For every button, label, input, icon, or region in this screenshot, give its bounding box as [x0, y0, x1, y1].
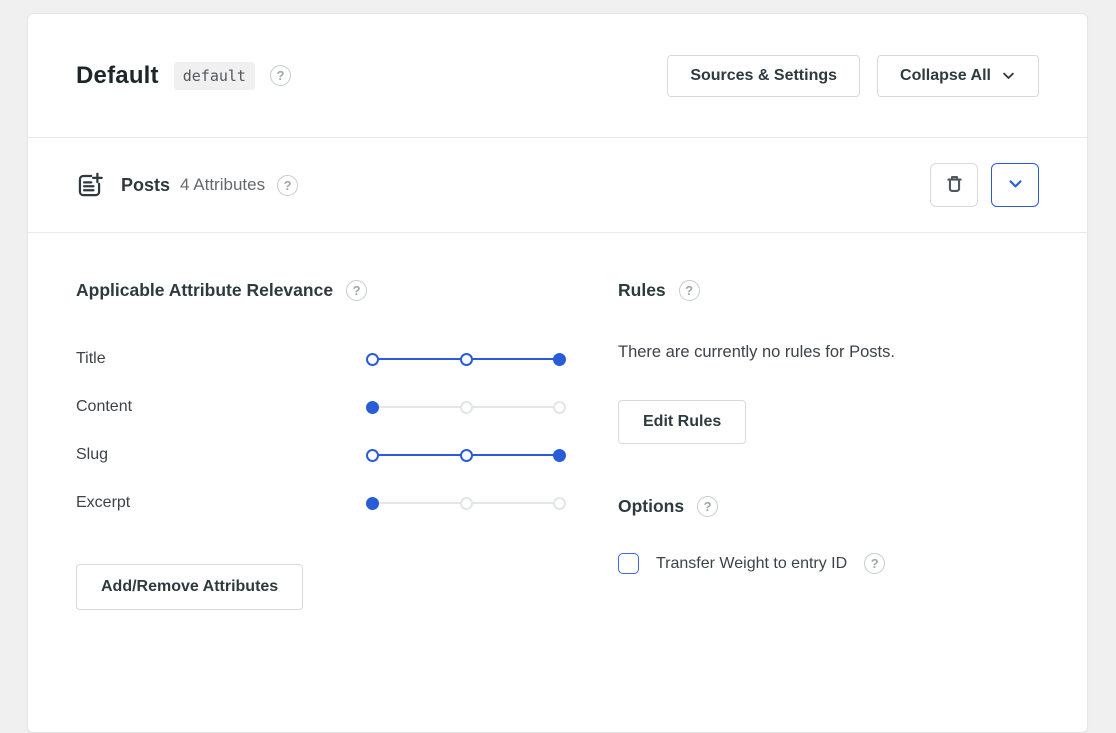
attribute-label: Slug [76, 446, 368, 464]
slider-handle[interactable] [366, 401, 379, 414]
trash-icon [944, 173, 965, 197]
help-icon[interactable] [864, 553, 885, 574]
source-row-posts: Posts 4 Attributes [28, 138, 1087, 233]
slider-handle[interactable] [553, 449, 566, 462]
add-remove-attributes-label: Add/Remove Attributes [101, 578, 278, 596]
help-icon[interactable] [346, 280, 367, 301]
attribute-label: Title [76, 350, 368, 368]
source-body: Applicable Attribute Relevance Title Cont… [28, 233, 1087, 670]
help-icon[interactable] [679, 280, 700, 301]
help-icon[interactable] [270, 65, 291, 86]
options-heading: Options [618, 496, 684, 517]
help-icon[interactable] [277, 175, 298, 196]
source-info: Posts 4 Attributes [76, 172, 298, 199]
slider-handle[interactable] [553, 353, 566, 366]
slider-handle[interactable] [366, 497, 379, 510]
slider-stop [460, 497, 473, 510]
chevron-down-icon [1007, 175, 1024, 195]
collapse-all-button[interactable]: Collapse All [877, 55, 1039, 97]
attributes-heading-row: Applicable Attribute Relevance [76, 280, 564, 301]
slider-stop [553, 497, 566, 510]
attribute-label: Content [76, 398, 368, 416]
slider-stop [460, 353, 473, 366]
attributes-column: Applicable Attribute Relevance Title Cont… [76, 280, 564, 610]
source-attributes-count: 4 Attributes [180, 175, 265, 195]
transfer-weight-checkbox[interactable] [618, 553, 639, 574]
attribute-row-slug: Slug [76, 431, 564, 479]
sources-settings-button[interactable]: Sources & Settings [667, 55, 860, 97]
rules-heading: Rules [618, 280, 666, 301]
slider-stop [460, 401, 473, 414]
attribute-row-excerpt: Excerpt [76, 479, 564, 527]
attributes-heading: Applicable Attribute Relevance [76, 280, 333, 301]
source-actions [930, 163, 1039, 207]
relevance-slider[interactable] [368, 400, 564, 414]
relevance-slider[interactable] [368, 352, 564, 366]
attribute-sliders: Title Content Slug Excerpt [76, 335, 564, 527]
transfer-weight-label: Transfer Weight to entry ID [656, 555, 847, 573]
engine-header: Default default Sources & Settings Colla… [28, 14, 1087, 138]
add-remove-attributes-button[interactable]: Add/Remove Attributes [76, 564, 303, 610]
rules-heading-row: Rules [618, 280, 1039, 301]
slider-stop [553, 401, 566, 414]
slider-stop [460, 449, 473, 462]
post-add-icon [76, 172, 103, 199]
options-heading-row: Options [618, 496, 1039, 517]
relevance-slider[interactable] [368, 448, 564, 462]
engine-slug-badge: default [174, 62, 255, 90]
collapse-all-label: Collapse All [900, 67, 991, 85]
edit-rules-button[interactable]: Edit Rules [618, 400, 746, 444]
engine-title: Default [76, 62, 159, 90]
rules-empty-text: There are currently no rules for Posts. [618, 343, 1039, 362]
attribute-row-title: Title [76, 335, 564, 383]
source-name: Posts [121, 175, 170, 196]
delete-source-button[interactable] [930, 163, 978, 207]
slider-stop [366, 353, 379, 366]
transfer-weight-option: Transfer Weight to entry ID [618, 553, 1039, 574]
slider-stop [366, 449, 379, 462]
engine-card: Default default Sources & Settings Colla… [27, 13, 1088, 733]
chevron-down-icon [1001, 68, 1016, 83]
attribute-row-content: Content [76, 383, 564, 431]
relevance-slider[interactable] [368, 496, 564, 510]
help-icon[interactable] [697, 496, 718, 517]
engine-title-group: Default default [76, 62, 291, 90]
edit-rules-label: Edit Rules [643, 413, 721, 431]
attribute-label: Excerpt [76, 494, 368, 512]
engine-header-actions: Sources & Settings Collapse All [667, 55, 1039, 97]
sources-settings-label: Sources & Settings [690, 67, 837, 85]
rules-options-column: Rules There are currently no rules for P… [618, 280, 1039, 610]
collapse-source-button[interactable] [991, 163, 1039, 207]
